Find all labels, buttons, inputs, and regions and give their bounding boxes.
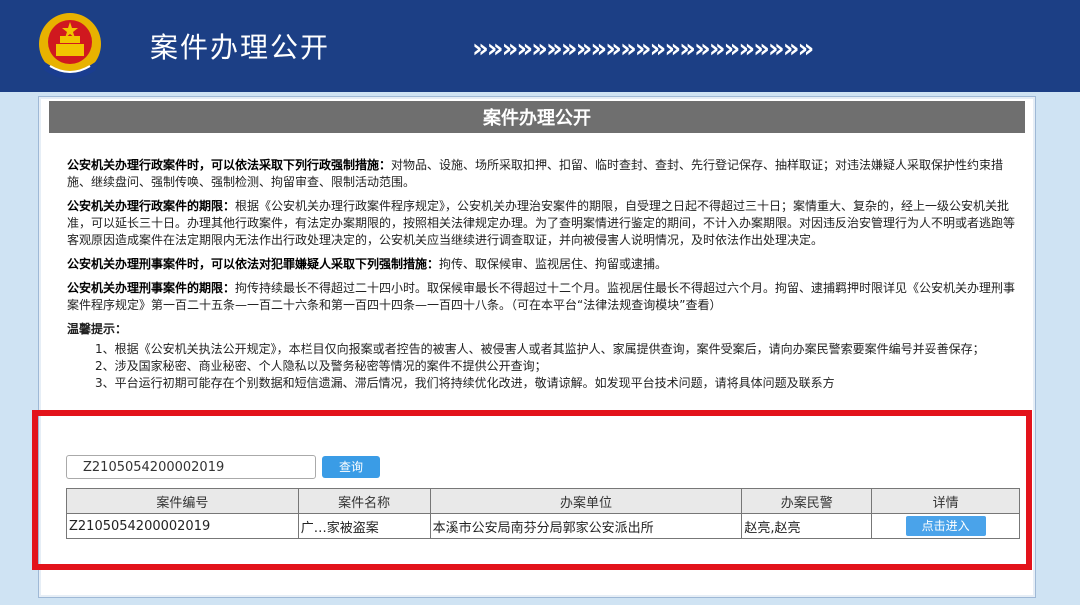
table-header-row: 案件编号 案件名称 办案单位 办案民警 详情 <box>66 488 1020 514</box>
decorative-chevrons: »»»»»»»»»»»»»»»»»»»»»»» <box>472 34 814 64</box>
notice-paragraph: 公安机关办理刑事案件的期限：拘传持续最长不得超过二十四小时。取保候审最长不得超过… <box>67 280 1017 314</box>
page-title: 案件办理公开 <box>483 108 591 129</box>
search-button[interactable]: 查询 <box>322 456 380 478</box>
page-header: 案件办理公开 <box>49 101 1025 133</box>
unit-cell: 本溪市公安局南芬分局郭家公安派出所 <box>429 513 743 539</box>
tip-item: 1、根据《公安机关执法公开规定》，本栏目仅向报案或者控告的被害人、被侵害人或者其… <box>95 342 985 356</box>
case-number-cell: Z2105054200002019 <box>66 513 299 539</box>
top-banner: 案件办理公开 »»»»»»»»»»»»»»»»»»»»»»» <box>0 0 1080 92</box>
case-results-table: 案件编号 案件名称 办案单位 办案民警 详情 Z2105054200002019… <box>66 488 1020 539</box>
enter-button[interactable]: 点击进入 <box>905 516 986 536</box>
notice-paragraph: 公安机关办理行政案件时，可以依法采取下列行政强制措施：对物品、设施、场所采取扣押… <box>67 157 1017 191</box>
column-header-case-number: 案件编号 <box>66 488 299 514</box>
officers-cell: 赵亮,赵亮 <box>741 513 873 539</box>
column-header-unit: 办案单位 <box>429 488 743 514</box>
case-name-cell: 广…家被盗案 <box>297 513 431 539</box>
column-header-case-name: 案件名称 <box>297 488 431 514</box>
notice-paragraph: 公安机关办理行政案件的期限：根据《公安机关办理行政案件程序规定》，公安机关办理治… <box>67 198 1017 249</box>
tip-item: 2、涉及国家秘密、商业秘密、个人隐私以及警务秘密等情况的案件不提供公开查询； <box>95 359 547 373</box>
table-row: Z2105054200002019 广…家被盗案 本溪市公安局南芬分局郭家公安派… <box>66 513 1020 539</box>
tips-title: 温馨提示： <box>67 322 128 336</box>
paragraph-body: 拘传、取保候审、监视居住、拘留或逮捕。 <box>439 257 668 271</box>
tip-item: 3、平台运行初期可能存在个别数据和短信遗漏、滞后情况，我们将持续优化改进，敬请谅… <box>95 376 835 390</box>
column-header-details: 详情 <box>871 488 1020 514</box>
notice-paragraph: 公安机关办理刑事案件时，可以依法对犯罪嫌疑人采取下列强制措施：拘传、取保候审、监… <box>67 256 1017 273</box>
column-header-officers: 办案民警 <box>741 488 873 514</box>
app-title: 案件办理公开 <box>150 31 331 64</box>
case-number-input[interactable]: Z2105054200002019 <box>66 455 316 479</box>
paragraph-lead: 公安机关办理行政案件的期限： <box>67 199 236 213</box>
paragraph-lead: 公安机关办理行政案件时，可以依法采取下列行政强制措施： <box>67 158 392 172</box>
paragraph-lead: 公安机关办理刑事案件的期限： <box>67 281 236 295</box>
notice-content: 公安机关办理行政案件时，可以依法采取下列行政强制措施：对物品、设施、场所采取扣押… <box>67 157 1017 392</box>
police-emblem-icon <box>39 13 101 79</box>
paragraph-lead: 公安机关办理刑事案件时，可以依法对犯罪嫌疑人采取下列强制措施： <box>67 257 440 271</box>
details-cell: 点击进入 <box>871 513 1020 539</box>
